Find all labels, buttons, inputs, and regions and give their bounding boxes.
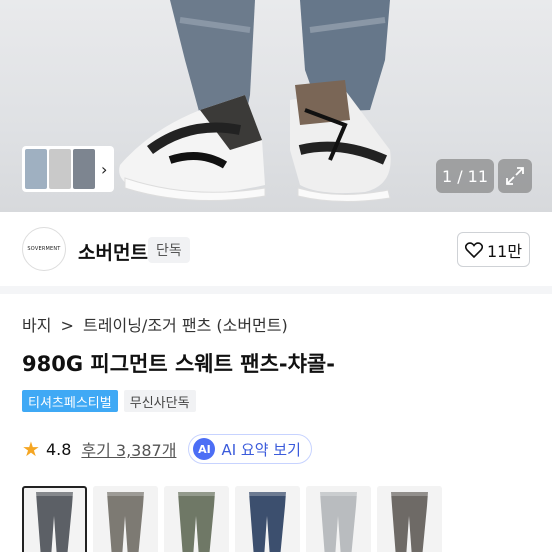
thumbnail-image[interactable] xyxy=(49,149,71,189)
breadcrumb-subcategory[interactable]: 트레이닝/조거 팬츠 (소버먼트) xyxy=(83,316,288,335)
product-image[interactable]: › 1 / 11 xyxy=(0,0,552,212)
event-tag[interactable]: 티셔츠페스티벌 xyxy=(22,390,118,412)
exclusive-badge: 단독 xyxy=(148,237,190,263)
expand-icon[interactable] xyxy=(498,159,532,193)
image-counter: 1 / 11 xyxy=(436,159,494,193)
thumbnail-strip[interactable]: › xyxy=(22,146,114,192)
chevron-right-icon[interactable]: › xyxy=(101,160,107,179)
exclusive-tag: 무신사단독 xyxy=(123,390,196,412)
rating-score: 4.8 xyxy=(45,439,72,459)
thumbnail-image[interactable] xyxy=(25,149,47,189)
product-title: 980G 피그먼트 스웨트 팬츠-챠콜- xyxy=(22,352,335,376)
review-link[interactable]: 후기 3,387개 xyxy=(81,437,176,461)
brand-name[interactable]: 소버먼트 xyxy=(78,238,148,265)
like-count: 11만 xyxy=(486,241,523,261)
breadcrumb-separator: > xyxy=(60,316,74,335)
heart-icon xyxy=(464,241,483,258)
section-divider xyxy=(0,286,552,294)
color-swatch-brown-gray[interactable] xyxy=(377,486,442,552)
brand-logo[interactable]: SOVERMENT xyxy=(22,227,66,271)
color-options xyxy=(22,486,442,552)
breadcrumb: 바지 > 트레이닝/조거 팬츠 (소버먼트) xyxy=(22,312,292,336)
rating-row: ★ 4.8 후기 3,387개 AI AI 요약 보기 xyxy=(22,434,312,464)
color-swatch-khaki[interactable] xyxy=(164,486,229,552)
color-swatch-charcoal[interactable] xyxy=(22,486,87,552)
color-swatch-navy[interactable] xyxy=(235,486,300,552)
ai-summary-button[interactable]: AI AI 요약 보기 xyxy=(188,434,312,464)
thumbnail-image[interactable] xyxy=(73,149,95,189)
like-button[interactable]: 11만 xyxy=(457,232,530,267)
brand-logo-text: SOVERMENT xyxy=(27,246,61,252)
color-swatch-light-gray[interactable] xyxy=(306,486,371,552)
brand-row: SOVERMENT 소버먼트 단독 11만 xyxy=(0,214,552,286)
color-swatch-gray-brown[interactable] xyxy=(93,486,158,552)
breadcrumb-category[interactable]: 바지 xyxy=(22,316,51,335)
ai-icon: AI xyxy=(193,438,216,460)
star-icon: ★ xyxy=(22,437,40,461)
ai-summary-label: AI 요약 보기 xyxy=(221,440,301,459)
tag-list: 티셔츠페스티벌 무신사단독 xyxy=(22,390,196,412)
